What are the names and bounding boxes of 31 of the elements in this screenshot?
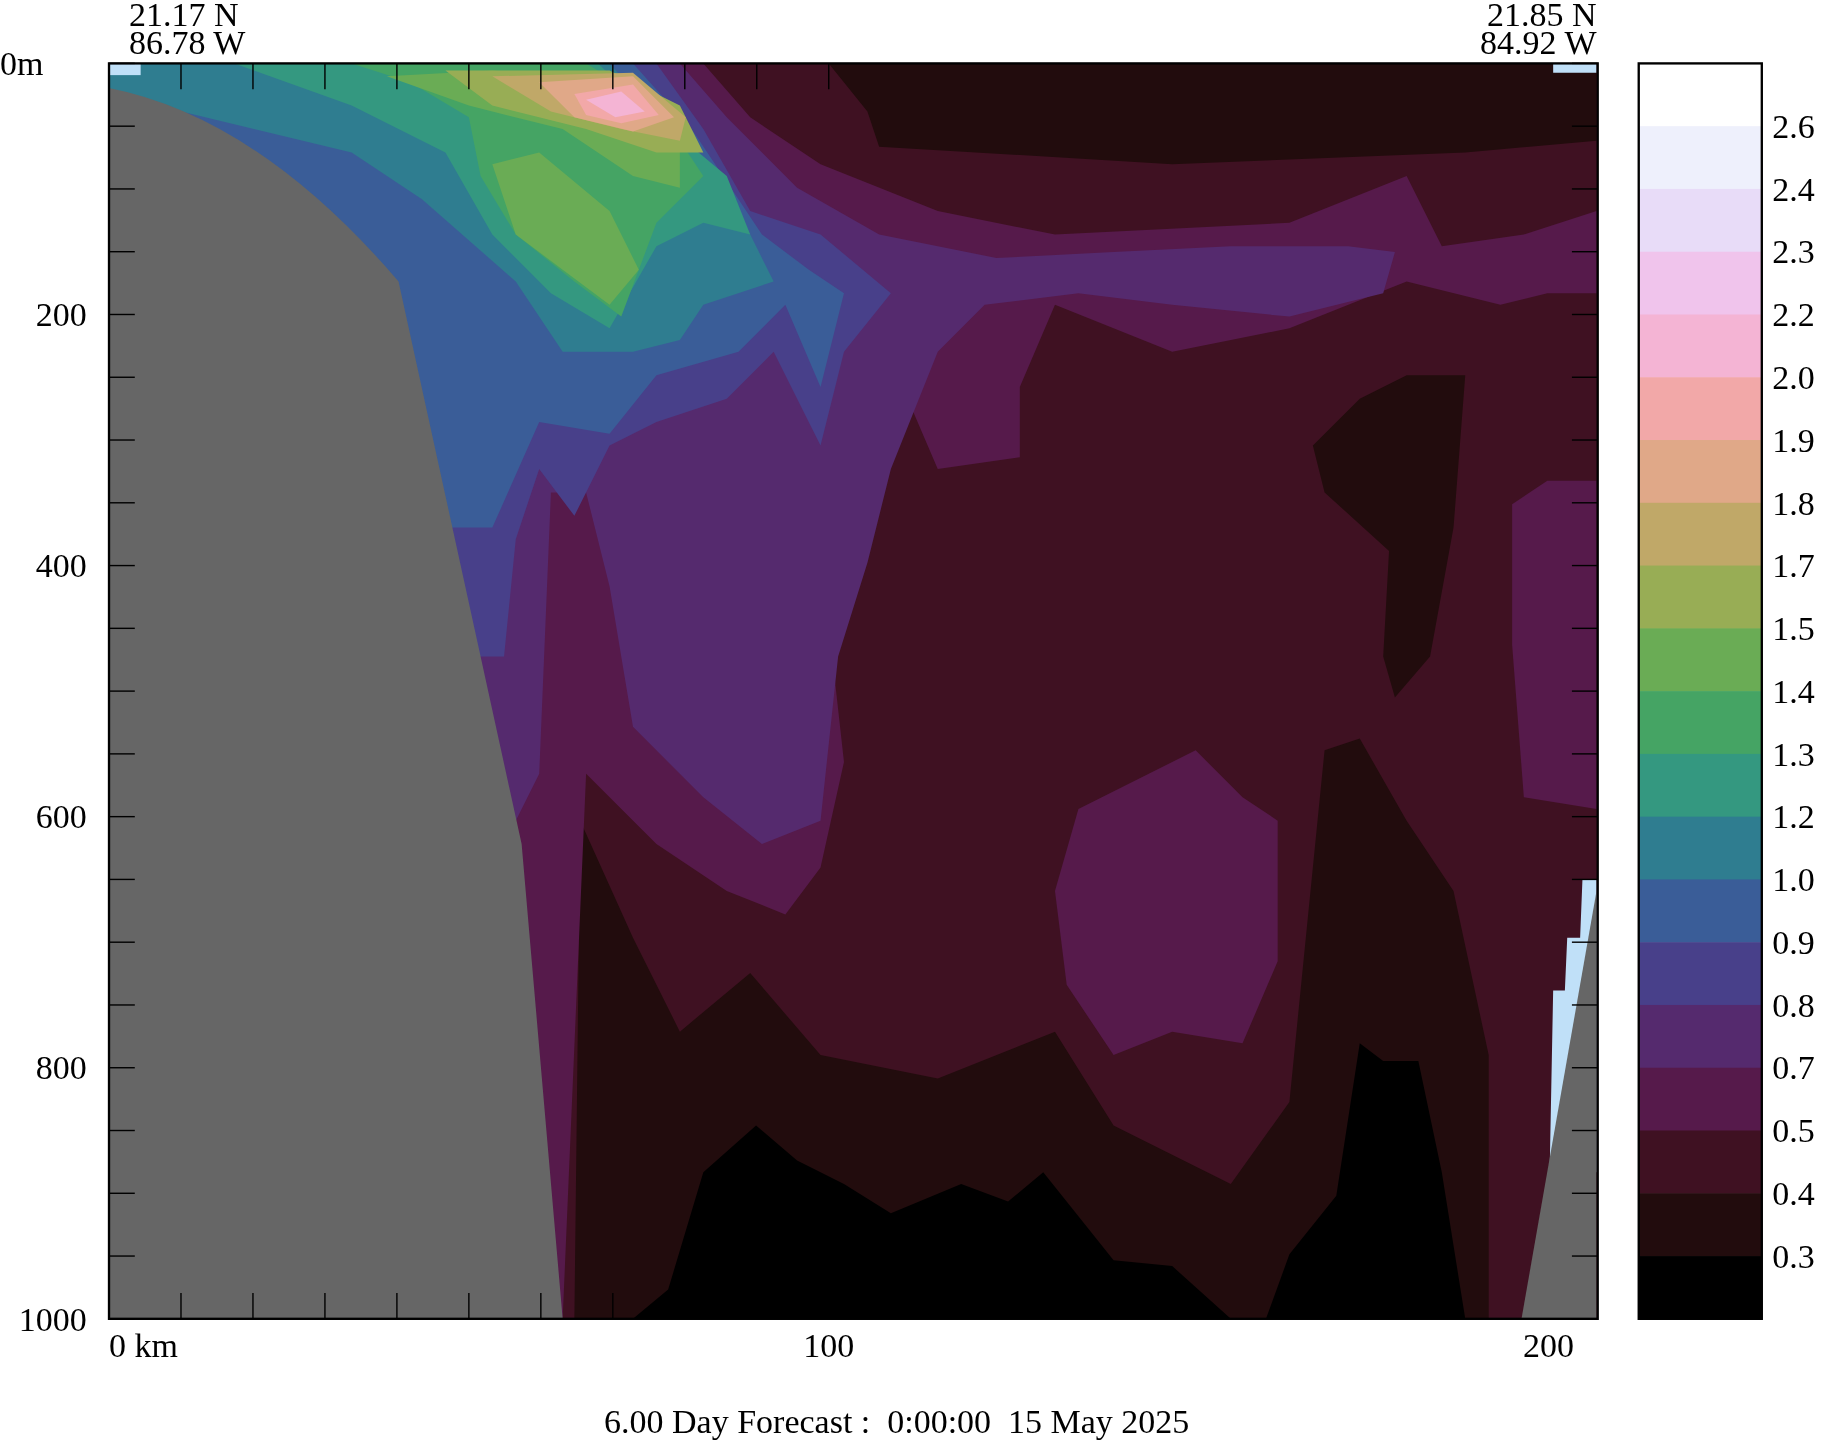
colorbar-label: 1.3: [1772, 735, 1815, 773]
depth-axis-label: 400: [35, 547, 87, 585]
forecast-caption: 6.00 Day Forecast : 0:00:00 15 May 2025: [604, 1402, 1190, 1440]
colorbar-label: 0.3: [1772, 1237, 1815, 1275]
colorbar-label: 2.4: [1772, 170, 1815, 208]
depth-axis-label: 800: [35, 1049, 87, 1087]
depth-axis-label: 200: [35, 296, 87, 334]
colorbar-label: 1.7: [1772, 547, 1815, 585]
end-latitude: 21.85 N: [1487, 0, 1597, 33]
colorbar-label: 2.3: [1772, 233, 1815, 271]
colorbar-label: 1.8: [1772, 484, 1815, 522]
colorbar-label: 0.4: [1772, 1175, 1815, 1212]
colorbar-label: 0.5: [1772, 1112, 1815, 1150]
colorbar-label: 0.7: [1772, 1049, 1815, 1087]
colorbar-label: 2.2: [1772, 296, 1815, 334]
distance-axis-label: 0 km: [109, 1327, 178, 1365]
colorbar-label: 1.2: [1772, 798, 1815, 836]
depth-axis-label: 1000: [18, 1300, 87, 1338]
colorbar-label: 2.0: [1772, 359, 1815, 396]
start-latitude: 21.17 N: [128, 0, 239, 33]
distance-axis-label: 200: [1523, 1327, 1574, 1365]
colorbar-label: 2.6: [1772, 107, 1815, 145]
depth-axis-label: 600: [35, 798, 87, 836]
colorbar-label: 0.9: [1772, 923, 1815, 961]
colorbar-label: 0.8: [1772, 986, 1815, 1024]
colorbar-label: 1.0: [1772, 861, 1815, 899]
distance-axis-label: 100: [803, 1327, 855, 1365]
colorbar-label: 1.5: [1772, 610, 1815, 648]
colorbar-label: 1.9: [1772, 421, 1815, 459]
depth-axis-label: 0m: [0, 45, 44, 83]
colorbar-label: 1.4: [1772, 672, 1815, 710]
